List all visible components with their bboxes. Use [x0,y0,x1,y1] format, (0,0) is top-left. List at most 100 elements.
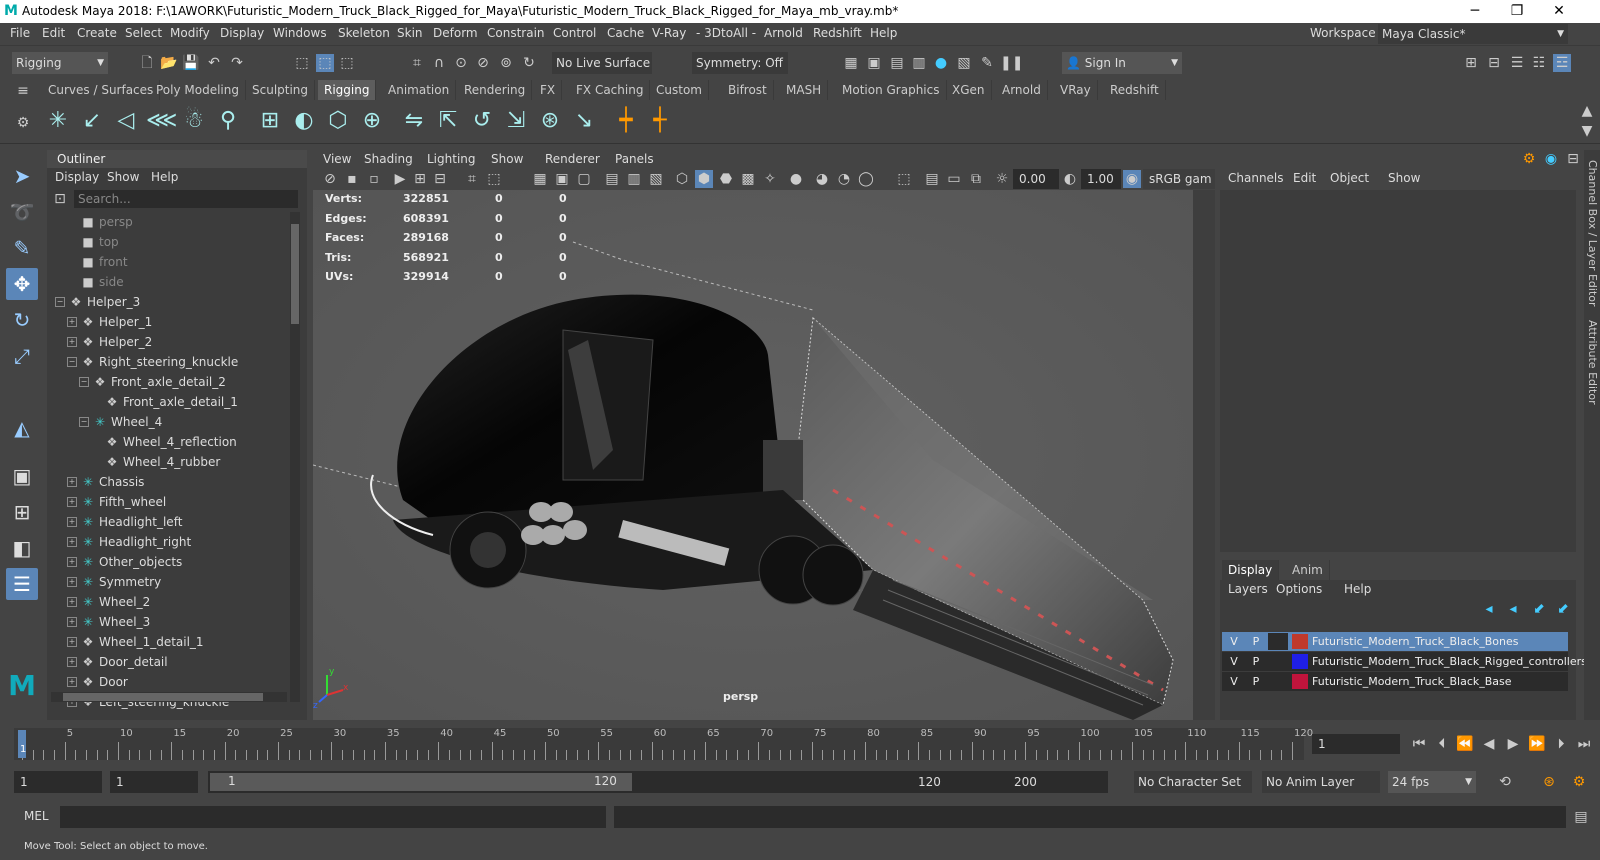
new-scene-icon[interactable]: 🗋 [138,54,156,72]
safe-frame-icon[interactable]: ▭ [945,170,963,188]
collapse-icon[interactable]: − [79,417,89,427]
snap-surface-icon[interactable]: ⊚ [497,54,515,72]
layer-playback-toggle[interactable]: P [1246,633,1266,650]
outliner-row[interactable]: ■ top [81,232,118,252]
expand-icon[interactable]: + [67,317,77,327]
expand-icon[interactable]: + [67,497,77,507]
layer-menu-layers[interactable]: Layers [1228,582,1268,596]
humanik-icon[interactable]: ☃ [180,106,208,136]
ik-handle-icon[interactable]: ↙ [78,106,106,136]
outliner-row[interactable]: ❖ Wheel_4_rubber [105,452,221,472]
workspace-dropdown[interactable]: Maya Classic* ▼ [1378,24,1568,44]
layer-color-swatch[interactable] [1292,674,1308,689]
orient-joint-icon[interactable]: ┽ [646,106,674,136]
vp-menu-lighting[interactable]: Lighting [427,152,476,166]
view-transform-dropdown[interactable]: sRGB gam [1143,169,1215,189]
display-layer-row[interactable]: V P Futuristic_Modern_Truck_Black_Bones [1222,632,1568,651]
select-tool-icon[interactable]: ➤ [6,160,38,192]
quick-rig-icon[interactable]: ⚲ [214,106,242,136]
scale-tool-icon[interactable]: ⤢ [6,340,38,372]
channel-box-help-icon[interactable]: ◉ [1542,150,1560,168]
tool-settings-icon[interactable]: ☰ [1508,54,1526,72]
mirror-joint-icon[interactable]: ┿ [612,106,640,136]
maximize-button[interactable]: ❐ [1502,2,1532,20]
layer-editor-icon[interactable]: ☲ [1553,54,1571,72]
gamma-icon[interactable]: ◐ [1061,170,1079,188]
select-component-icon[interactable]: ⬚ [338,54,356,72]
undo-icon[interactable]: ↶ [205,54,223,72]
paint-weights-icon[interactable]: ⊕ [358,106,386,136]
menu-redshift[interactable]: Redshift [813,26,862,40]
outliner-row[interactable]: + ❖ Helper_1 [67,312,152,332]
four-view-layout-icon[interactable]: ⊞ [6,496,38,528]
expand-icon[interactable]: + [67,637,77,647]
menu-skin[interactable]: Skin [397,26,423,40]
menu-3dtoall[interactable]: - 3DtoAll - [696,26,756,40]
shadows-icon[interactable]: ⬡ [673,170,691,188]
vp-menu-renderer[interactable]: Renderer [545,152,600,166]
shelf-options-icon[interactable]: ⚙ [14,114,32,132]
wireframe-icon[interactable]: ⬚ [485,170,503,188]
shelf-scroll-up-icon[interactable]: ▲ [1578,102,1596,120]
symmetry-dropdown[interactable]: Symmetry: Off [692,52,788,74]
paint-select-tool-icon[interactable]: ✎ [6,232,38,264]
outliner-row[interactable]: ❖ Front_axle_detail_1 [105,392,238,412]
layer-color-swatch[interactable] [1292,634,1308,649]
menu-file[interactable]: File [10,26,30,40]
animation-end-field[interactable]: 200 [1008,771,1100,793]
menu-edit[interactable]: Edit [42,26,65,40]
layer-color-swatch[interactable] [1292,654,1308,669]
outliner-row[interactable]: + ✳ Chassis [67,472,144,492]
sign-in-button[interactable]: 👤 Sign In ▼ [1062,52,1182,74]
display-layer-row[interactable]: V P Futuristic_Modern_Truck_Black_Base [1222,672,1568,691]
animation-preferences-icon[interactable]: ⚙ [1570,773,1588,791]
expand-icon[interactable]: + [67,657,77,667]
exposure-icon[interactable]: ☼ [993,170,1011,188]
image-plane-icon[interactable]: ▶ [391,170,409,188]
outliner-row[interactable]: ■ front [81,252,127,272]
tab-animation[interactable]: Animation [382,80,457,100]
layer-visibility-toggle[interactable]: V [1224,633,1244,650]
outliner-row[interactable]: ■ persp [81,212,132,232]
anim-layer-dropdown[interactable]: No Anim Layer [1262,771,1380,793]
outliner-h-scrollbar[interactable] [51,692,287,702]
cluster-icon[interactable]: ◐ [290,106,318,136]
tab-mash[interactable]: MASH [780,80,829,100]
character-set-dropdown[interactable]: No Character Set [1134,771,1252,793]
outliner-row[interactable]: ❖ Wheel_4_reflection [105,432,237,452]
layer-display-type-toggle[interactable] [1268,633,1288,650]
tab-anim-layers[interactable]: Anim [1286,560,1330,580]
vray-ipr-icon[interactable]: ✎ [978,54,996,72]
snap-live-icon[interactable]: ↻ [520,54,538,72]
mel-input[interactable] [60,806,606,828]
collapse-icon[interactable]: − [67,357,77,367]
ambient-occlusion-icon[interactable]: ⬣ [717,170,735,188]
menu-create[interactable]: Create [77,26,117,40]
exposure-field[interactable]: 0.00 [1013,169,1059,189]
vp-menu-show[interactable]: Show [491,152,523,166]
move-tool-icon[interactable]: ✥ [6,268,38,300]
render-view-icon[interactable]: ▦ [842,54,860,72]
select-object-icon[interactable]: ⬚ [316,54,334,72]
go-to-start-icon[interactable]: ⏮ [1410,735,1428,753]
modeling-toolkit-icon[interactable]: ⊞ [1462,54,1480,72]
layer-playback-toggle[interactable]: P [1246,653,1266,670]
playback-end-field[interactable]: 120 [912,771,1000,793]
single-perspective-layout-icon[interactable]: ▣ [6,460,38,492]
display-layer-row[interactable]: V P Futuristic_Modern_Truck_Black_Rigged_c… [1222,652,1587,671]
outliner-layout-icon[interactable]: ☰ [6,568,38,600]
expand-icon[interactable]: + [67,537,77,547]
playback-start-field[interactable]: 1 [110,771,198,793]
channel-box-pin-icon[interactable]: ⚙ [1520,150,1538,168]
shelf-menu-icon[interactable]: ≡ [14,82,32,100]
motion-blur-icon[interactable]: ▩ [739,170,757,188]
tab-xgen[interactable]: XGen [946,80,992,100]
ik-spline-icon[interactable]: ◁ [112,106,140,136]
wireframe-shaded-icon[interactable]: ▦ [531,170,549,188]
menu-vray[interactable]: V-Ray [652,26,686,40]
outliner-row[interactable]: + ✳ Other_objects [67,552,182,572]
select-camera-icon[interactable]: ⊘ [321,170,339,188]
outliner-row[interactable]: + ❖ Helper_2 [67,332,152,352]
channel-box-side-tab[interactable]: Channel Box / Layer Editor [1586,160,1599,307]
outliner-row[interactable]: + ✳ Symmetry [67,572,161,592]
